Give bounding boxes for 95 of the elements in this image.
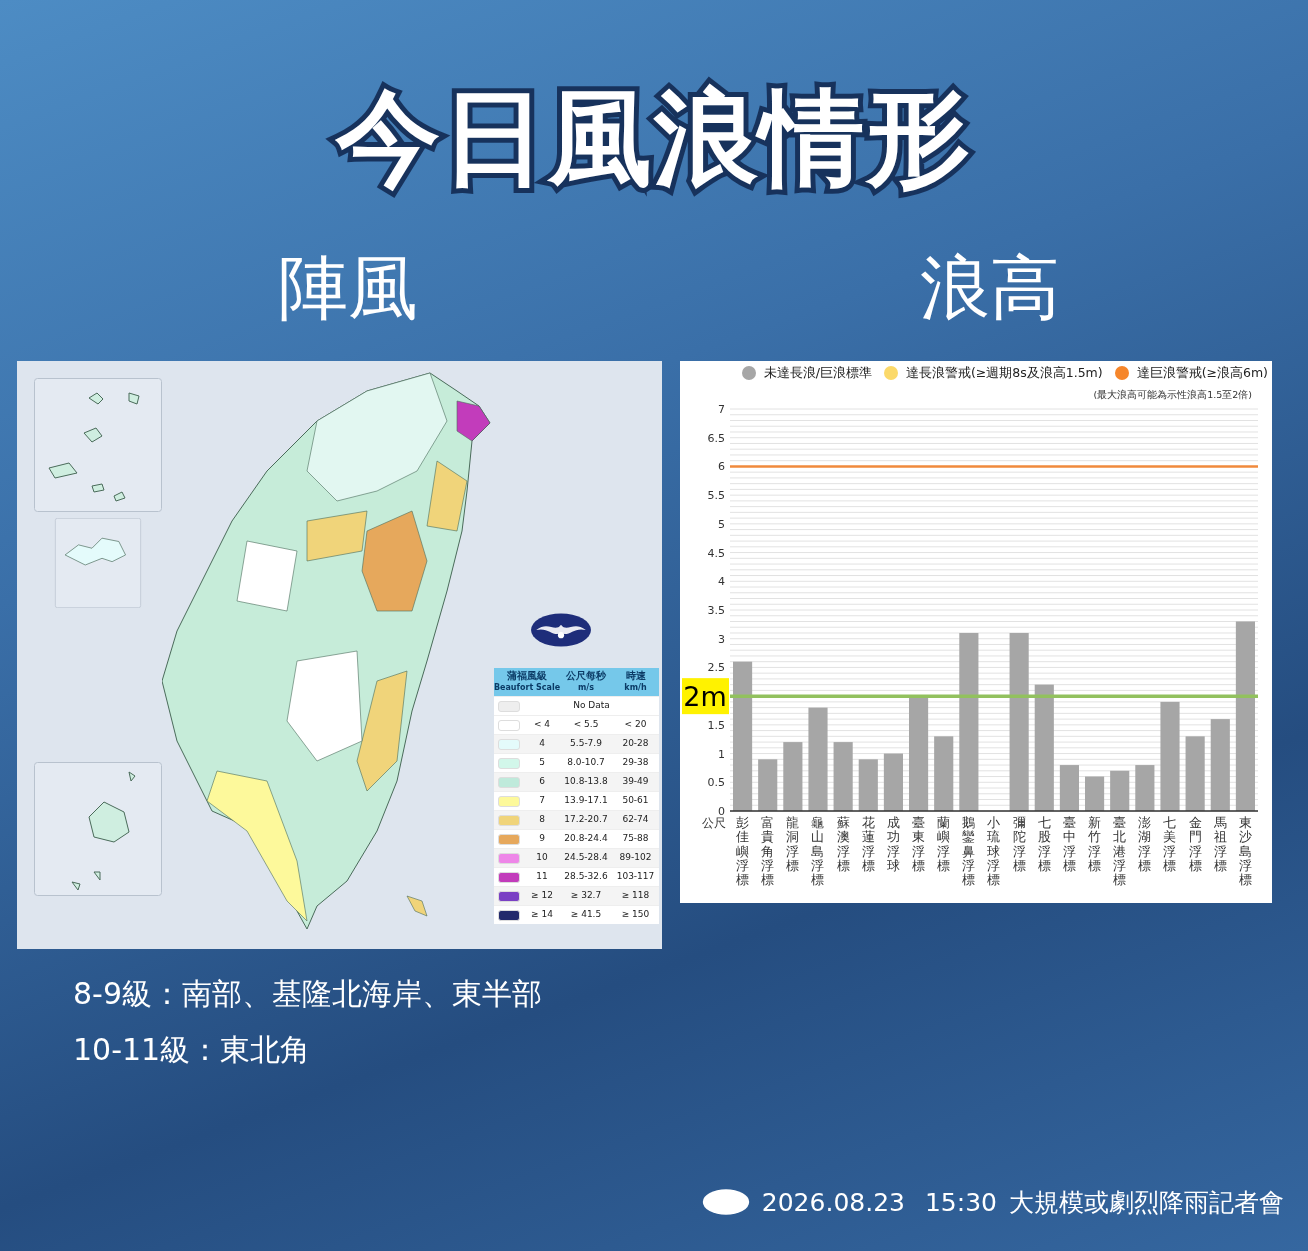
legend-speed-kmh: ≥ 118 xyxy=(620,889,651,903)
x-category-label: 七美浮標 xyxy=(1163,816,1177,875)
legend-speed-kmh: 75-88 xyxy=(621,832,650,846)
legend-speed-ms: ≥ 41.5 xyxy=(569,908,603,922)
legend-speed-ms: 5.5-7.9 xyxy=(569,737,603,751)
legend-speed-kmh: 89-102 xyxy=(618,851,653,865)
legend-speed-kmh: 39-49 xyxy=(621,775,650,789)
x-category-label: 小琉球浮標 xyxy=(987,816,1001,888)
legend-scale: 11 xyxy=(535,870,549,884)
legend-scale: ≥ 12 xyxy=(530,889,554,903)
y-tick-label: 1 xyxy=(718,747,725,761)
x-category-label: 花蓮浮標 xyxy=(861,816,875,875)
legend-header: 蒲福風級 Beaufort Scale xyxy=(494,669,560,694)
x-category-label: 蘇澳浮標 xyxy=(836,816,850,875)
legend-speed-ms: 24.5-28.4 xyxy=(563,851,609,865)
legend-speed-kmh: 29-38 xyxy=(621,756,650,770)
x-category-label: 東沙島浮標 xyxy=(1238,816,1252,888)
y-tick-label: 6 xyxy=(718,460,725,474)
wave-height-bar xyxy=(783,742,803,811)
y-tick-label: 4 xyxy=(718,575,725,589)
legend-scale: 6 xyxy=(538,775,546,789)
legend-scale: 8 xyxy=(538,813,546,827)
y-tick-label: 1.5 xyxy=(707,718,725,732)
x-category-label: 富貴角浮標 xyxy=(761,816,775,888)
legend-header: 公尺每秒 m/s xyxy=(565,669,607,694)
legend-speed-kmh: 103-117 xyxy=(615,870,656,884)
x-category-label: 蘭嶼浮標 xyxy=(937,816,951,875)
x-category-label: 臺東浮標 xyxy=(912,816,926,875)
legend-speed-ms: 28.5-32.6 xyxy=(563,870,609,884)
x-category-label: 成功浮球 xyxy=(886,816,900,875)
x-category-label: 七股浮標 xyxy=(1037,816,1051,875)
footer-date: 2026.08.23 xyxy=(761,1186,905,1219)
footer-event: 大規模或劇烈降雨記者會 xyxy=(1009,1186,1284,1219)
y-tick-label: 2.5 xyxy=(707,661,725,675)
y-tick-label: 7 xyxy=(718,403,725,416)
legend-scale: 4 xyxy=(538,737,546,751)
x-category-label: 龜山島浮標 xyxy=(811,816,825,888)
threshold-label: 2m xyxy=(682,678,729,715)
legend-scale: 7 xyxy=(538,794,546,808)
legend-speed-kmh: < 20 xyxy=(623,718,648,732)
legend-speed-ms: < 5.5 xyxy=(572,718,600,732)
y-unit-label: 公尺 xyxy=(701,816,726,832)
x-category-label: 龍洞浮標 xyxy=(786,816,800,875)
x-category-label: 金門浮標 xyxy=(1188,816,1202,875)
y-tick-label: 5.5 xyxy=(707,489,725,503)
wave-height-bar xyxy=(1110,770,1130,811)
x-category-label: 臺北港浮標 xyxy=(1113,816,1127,888)
x-category-label: 新竹浮標 xyxy=(1088,816,1102,875)
wave-height-bar xyxy=(858,759,878,811)
y-tick-label: 3.5 xyxy=(707,604,725,617)
wave-height-bar xyxy=(883,753,903,811)
y-tick-label: 4.5 xyxy=(707,546,725,560)
gust-note: 10-11級：東北角 xyxy=(73,1031,312,1069)
chart-note: (最大浪高可能為示性浪高1.5至2倍) xyxy=(1093,387,1252,402)
legend-scale: ≥ 14 xyxy=(530,908,554,922)
legend-speed-ms: 20.8-24.4 xyxy=(563,832,609,846)
legend-scale: 9 xyxy=(538,832,546,846)
y-tick-label: 0 xyxy=(718,805,725,818)
logo-icon xyxy=(701,1188,750,1217)
gust-heading: 陣風 xyxy=(277,248,418,328)
x-category-label: 鵝鑾鼻浮標 xyxy=(962,816,976,888)
legend-speed-kmh: 50-61 xyxy=(621,794,650,808)
legend-label: 未達長浪/巨浪標準 xyxy=(763,364,872,382)
y-tick-label: 5 xyxy=(718,517,725,531)
wave-heading: 浪高 xyxy=(920,248,1060,328)
legend-label: 達長浪警戒(≥週期8s及浪高1.5m) xyxy=(905,364,1103,382)
legend-speed-kmh: 20-28 xyxy=(621,737,650,751)
legend-speed-ms: 13.9-17.1 xyxy=(563,794,609,808)
x-category-label: 澎湖浮標 xyxy=(1138,816,1152,875)
wave-height-bar xyxy=(1135,765,1155,811)
legend-speed-ms: ≥ 32.7 xyxy=(569,889,603,903)
legend-speed-kmh: ≥ 150 xyxy=(620,908,651,922)
x-category-label: 臺中浮標 xyxy=(1062,816,1076,875)
legend-speed-kmh: 62-74 xyxy=(621,813,650,827)
y-tick-label: 6.5 xyxy=(707,431,725,445)
y-tick-label: 3 xyxy=(718,632,725,646)
wave-height-bar xyxy=(1059,765,1079,811)
y-tick-label: 0.5 xyxy=(707,776,725,790)
legend-header: 時速 km/h xyxy=(623,669,648,694)
wave-height-bar xyxy=(833,742,853,811)
legend-scale: < 4 xyxy=(532,718,552,732)
legend-scale: 10 xyxy=(535,851,549,865)
legend-speed-ms: 10.8-13.8 xyxy=(563,775,609,789)
x-category-label: 彌陀浮標 xyxy=(1012,816,1026,875)
gust-note: 8-9級：南部、基隆北海岸、東半部 xyxy=(73,975,543,1013)
logo-icon xyxy=(530,612,592,648)
legend-scale: 5 xyxy=(538,756,546,770)
footer-time: 15:30 xyxy=(924,1186,997,1219)
legend-speed-ms: 17.2-20.7 xyxy=(563,813,609,827)
legend-speed-ms: 8.0-10.7 xyxy=(566,756,606,770)
legend-label: No Data xyxy=(572,699,611,713)
legend-label: 達巨浪警戒(≥浪高6m) xyxy=(1136,364,1268,382)
x-category-label: 彭佳嶼浮標 xyxy=(736,816,750,888)
wave-height-bar xyxy=(758,759,778,811)
x-category-label: 馬祖浮標 xyxy=(1213,816,1227,875)
